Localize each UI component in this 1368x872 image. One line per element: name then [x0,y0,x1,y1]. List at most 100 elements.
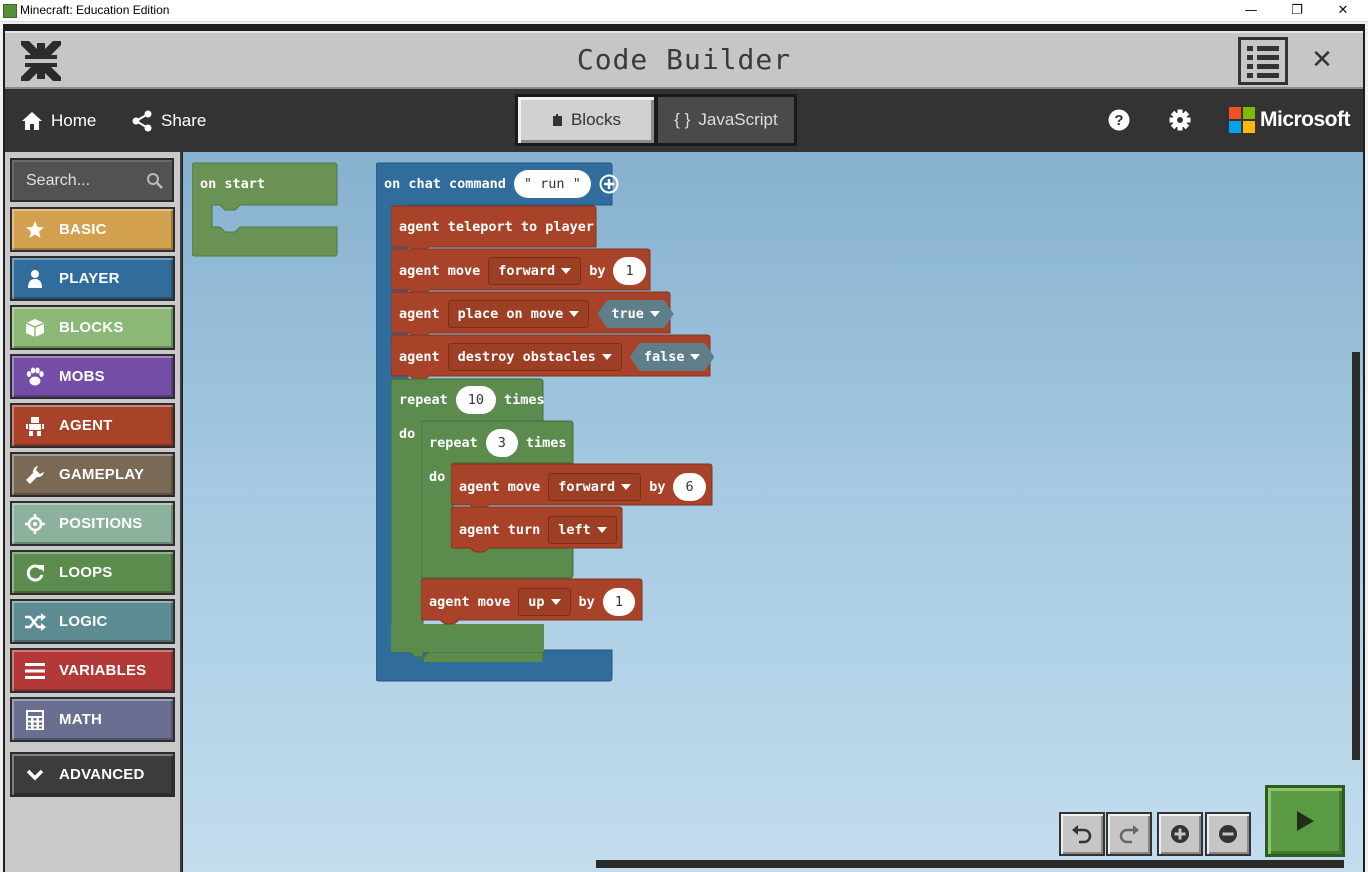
boolean-dropdown[interactable]: true [597,300,674,328]
direction-value: forward [498,263,556,279]
category-basic[interactable]: BASIC [10,207,175,252]
zoom-out-icon [1219,825,1237,843]
category-blocks[interactable]: BLOCKS [10,305,175,350]
window-close-button[interactable]: ✕ [1320,0,1366,22]
vertical-scrollbar[interactable] [1352,352,1360,760]
category-mobs[interactable]: MOBS [10,354,175,399]
category-loops[interactable]: LOOPS [10,550,175,595]
category-player[interactable]: PLAYER [10,256,175,301]
chevron-down-icon [24,764,46,786]
repeat-count-input[interactable]: 10 [455,386,497,414]
restore-button[interactable]: ❐ [1274,0,1320,22]
category-math[interactable]: MATH [10,697,175,742]
category-logic[interactable]: LOGIC [10,599,175,644]
search-icon [147,173,163,189]
agent-turn-label: agent turn [459,522,541,538]
agent-teleport-label: agent teleport to player [399,219,595,235]
by-label: by [589,263,606,279]
boolean-dropdown[interactable]: false [630,343,715,371]
microsoft-brand-label: Microsoft [1260,108,1351,131]
help-icon[interactable]: ? [1108,109,1130,131]
agent-move-row-2: agent move forward by 6 [459,473,706,501]
dropdown-arrow-icon [601,354,612,360]
agent-destroy-row: agent destroy obstacles false [399,343,714,371]
boolean-value: true [611,306,644,322]
on-start-label: on start [200,176,266,192]
repeat-count-input[interactable]: 3 [485,429,518,457]
list-icon[interactable] [1238,37,1288,85]
move-distance-input[interactable]: 6 [673,473,706,501]
run-button[interactable] [1265,785,1345,857]
crosshair-icon [24,513,46,535]
dropdown-arrow-icon [596,527,607,533]
direction-dropdown[interactable]: forward [488,257,582,285]
calculator-icon [24,709,46,731]
repeat-label: repeat [429,435,478,451]
braces-icon: { } [674,110,691,129]
lines-icon [24,660,46,682]
horizontal-scrollbar[interactable] [596,860,1344,868]
move-distance-input[interactable]: 1 [613,257,646,285]
by-label: by [649,479,666,495]
microsoft-logo-icon [1229,107,1255,133]
agent-label: agent [399,306,440,322]
agent-option-value: place on move [457,306,564,322]
tab-blocks[interactable]: Blocks [515,94,657,146]
dropdown-arrow-icon [621,484,632,490]
home-label: Home [51,111,97,130]
on-chat-command-row: on chat command " run " [384,170,619,198]
move-distance-input[interactable]: 1 [602,588,635,616]
undo-icon [1072,825,1092,844]
repeat-label: repeat [399,392,448,408]
category-positions[interactable]: POSITIONS [10,501,175,546]
home-button[interactable]: Home [21,108,96,134]
wrench-icon [24,464,46,486]
redo-button[interactable] [1106,812,1152,856]
blocks-workspace[interactable]: on start on chat command " run " agent t… [183,152,1363,872]
dropdown-arrow-icon [650,311,660,317]
agent-option-dropdown[interactable]: destroy obstacles [447,343,622,371]
on-chat-command-label: on chat command [384,176,506,192]
puzzle-piece-icon [552,114,562,126]
zoom-in-button[interactable] [1157,812,1203,856]
direction-value: forward [558,479,616,495]
toolbox-sidebar: Search... BASIC PLAYER BLOCKS MOBS AGENT… [5,152,182,872]
turn-direction-value: left [558,522,591,538]
gear-icon[interactable] [1169,109,1191,131]
turn-direction-dropdown[interactable]: left [548,516,617,544]
dropdown-arrow-icon [690,354,700,360]
cube-icon [24,317,46,339]
add-circle-icon[interactable] [599,174,619,194]
redo-icon [1119,825,1139,844]
agent-move-label: agent move [459,479,541,495]
by-label: by [578,594,595,610]
direction-dropdown[interactable]: forward [548,473,642,501]
agent-label: agent [399,349,440,365]
category-agent[interactable]: AGENT [10,403,175,448]
agent-option-value: destroy obstacles [457,349,596,365]
tab-javascript-label: JavaScript [698,110,778,129]
minimize-button[interactable]: — [1228,0,1274,22]
category-advanced[interactable]: ADVANCED [10,752,175,797]
tab-javascript[interactable]: { } JavaScript [655,94,797,146]
shuffle-icon [24,611,46,633]
times-label: times [504,392,545,408]
zoom-out-button[interactable] [1205,812,1251,856]
boolean-value: false [643,349,685,365]
tab-blocks-label: Blocks [570,110,622,129]
search-input[interactable]: Search... [10,158,174,202]
share-button[interactable]: Share [131,108,206,134]
agent-robot-icon [24,415,46,437]
agent-option-dropdown[interactable]: place on move [447,300,590,328]
category-variables[interactable]: VARIABLES [10,648,175,693]
category-gameplay[interactable]: GAMEPLAY [10,452,175,497]
times-label: times [525,435,567,451]
window-titlebar: Minecraft: Education Edition — ❐ ✕ [0,0,1368,22]
direction-dropdown[interactable]: up [518,588,571,616]
undo-button[interactable] [1059,812,1105,856]
paw-icon [24,366,46,388]
dropdown-arrow-icon [569,311,580,317]
repeat-3-row: repeat 3 times [429,429,567,457]
code-builder-close-button[interactable]: ✕ [1307,45,1337,75]
chat-command-value[interactable]: " run " [513,170,591,198]
